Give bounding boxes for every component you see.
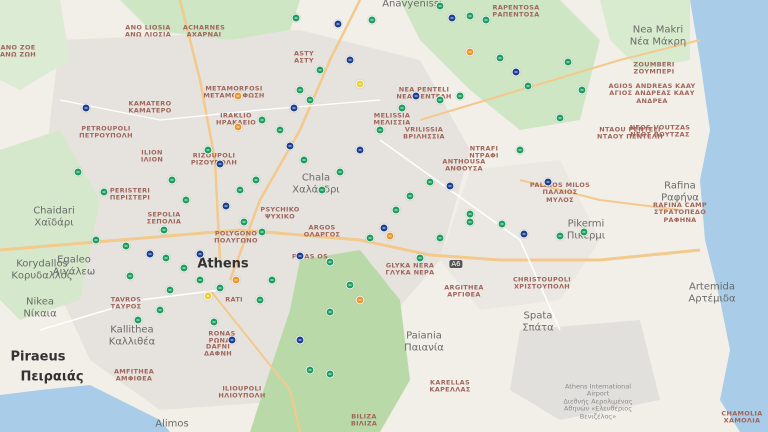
poi-marker-blue[interactable]: [511, 67, 521, 77]
poi-marker-green[interactable]: [455, 91, 465, 101]
poi-marker-green[interactable]: [367, 15, 377, 25]
poi-marker-blue[interactable]: [543, 177, 553, 187]
poi-marker-green[interactable]: [235, 185, 245, 195]
poi-marker-green[interactable]: [255, 295, 265, 305]
poi-marker-green[interactable]: [133, 315, 143, 325]
poi-marker-green[interactable]: [365, 233, 375, 243]
poi-marker-green[interactable]: [73, 167, 83, 177]
poi-marker-green[interactable]: [325, 257, 335, 267]
poi-marker-green[interactable]: [167, 175, 177, 185]
poi-marker-blue[interactable]: [195, 249, 205, 259]
poi-marker-blue[interactable]: [145, 249, 155, 259]
poi-marker-blue[interactable]: [285, 141, 295, 151]
poi-marker-green[interactable]: [291, 13, 301, 23]
poi-marker-green[interactable]: [465, 11, 475, 21]
poi-marker-green[interactable]: [125, 271, 135, 281]
poi-marker-blue[interactable]: [345, 55, 355, 65]
poi-marker-blue[interactable]: [81, 103, 91, 113]
poi-marker-green[interactable]: [179, 263, 189, 273]
map-view[interactable]: ANO LIOSIA ΑΝΩ ΛΙΟΣΙΑ ACHARNES ΑΧΑΡΝΑΙ ANO…: [0, 0, 768, 432]
poi-marker-green[interactable]: [305, 95, 315, 105]
poi-marker-green[interactable]: [317, 185, 327, 195]
poi-marker-blue[interactable]: [445, 181, 455, 191]
poi-marker-orange[interactable]: [233, 122, 243, 132]
poi-marker-green[interactable]: [435, 1, 445, 11]
poi-marker-green[interactable]: [481, 15, 491, 25]
poi-marker-green[interactable]: [405, 191, 415, 201]
poi-marker-green[interactable]: [495, 53, 505, 63]
poi-marker-green[interactable]: [515, 145, 525, 155]
poi-marker-green[interactable]: [563, 57, 573, 67]
poi-marker-green[interactable]: [257, 227, 267, 237]
poi-marker-orange[interactable]: [233, 91, 243, 101]
map-base-layer: [0, 0, 768, 432]
poi-marker-blue[interactable]: [411, 91, 421, 101]
poi-marker-green[interactable]: [295, 85, 305, 95]
poi-marker-green[interactable]: [275, 125, 285, 135]
poi-marker-green[interactable]: [577, 85, 587, 95]
poi-marker-green[interactable]: [299, 155, 309, 165]
poi-marker-green[interactable]: [345, 280, 355, 290]
poi-marker-blue[interactable]: [215, 159, 225, 169]
poi-marker-orange[interactable]: [465, 47, 475, 57]
poi-marker-orange[interactable]: [355, 295, 365, 305]
poi-marker-green[interactable]: [209, 317, 219, 327]
poi-marker-green[interactable]: [391, 205, 401, 215]
poi-marker-blue[interactable]: [519, 229, 529, 239]
poi-marker-green[interactable]: [435, 233, 445, 243]
poi-marker-green[interactable]: [523, 81, 533, 91]
poi-marker-green[interactable]: [99, 187, 109, 197]
poi-marker-green[interactable]: [121, 241, 131, 251]
poi-marker-green[interactable]: [415, 253, 425, 263]
poi-marker-green[interactable]: [155, 305, 165, 315]
poi-marker-green[interactable]: [181, 195, 191, 205]
poi-marker-blue[interactable]: [295, 335, 305, 345]
poi-marker-blue[interactable]: [227, 335, 237, 345]
poi-marker-green[interactable]: [397, 103, 407, 113]
poi-marker-yellow[interactable]: [203, 291, 213, 301]
poi-marker-green[interactable]: [555, 113, 565, 123]
poi-marker-green[interactable]: [325, 307, 335, 317]
poi-marker-green[interactable]: [425, 177, 435, 187]
poi-marker-green[interactable]: [161, 253, 171, 263]
poi-marker-green[interactable]: [465, 217, 475, 227]
poi-marker-green[interactable]: [375, 125, 385, 135]
poi-marker-blue[interactable]: [447, 13, 457, 23]
road-shield-a6: A6: [449, 260, 463, 268]
poi-marker-orange[interactable]: [231, 275, 241, 285]
poi-marker-yellow[interactable]: [355, 79, 365, 89]
poi-marker-green[interactable]: [91, 235, 101, 245]
poi-marker-blue[interactable]: [333, 19, 343, 29]
poi-marker-blue[interactable]: [221, 201, 231, 211]
poi-marker-orange[interactable]: [385, 231, 395, 241]
poi-marker-blue[interactable]: [289, 103, 299, 113]
poi-marker-green[interactable]: [251, 175, 261, 185]
poi-marker-green[interactable]: [497, 219, 507, 229]
poi-marker-green[interactable]: [215, 283, 225, 293]
poi-marker-blue[interactable]: [355, 145, 365, 155]
poi-marker-green[interactable]: [239, 217, 249, 227]
poi-marker-green[interactable]: [195, 275, 205, 285]
poi-marker-blue[interactable]: [295, 251, 305, 261]
poi-marker-green[interactable]: [335, 167, 345, 177]
poi-marker-green[interactable]: [267, 275, 277, 285]
poi-marker-green[interactable]: [435, 95, 445, 105]
poi-marker-green[interactable]: [555, 231, 565, 241]
poi-marker-green[interactable]: [325, 369, 335, 379]
poi-marker-green[interactable]: [305, 365, 315, 375]
poi-marker-green[interactable]: [165, 285, 175, 295]
poi-marker-green[interactable]: [159, 225, 169, 235]
poi-marker-green[interactable]: [203, 145, 213, 155]
poi-marker-green[interactable]: [315, 65, 325, 75]
poi-marker-green[interactable]: [257, 115, 267, 125]
poi-marker-green[interactable]: [579, 227, 589, 237]
